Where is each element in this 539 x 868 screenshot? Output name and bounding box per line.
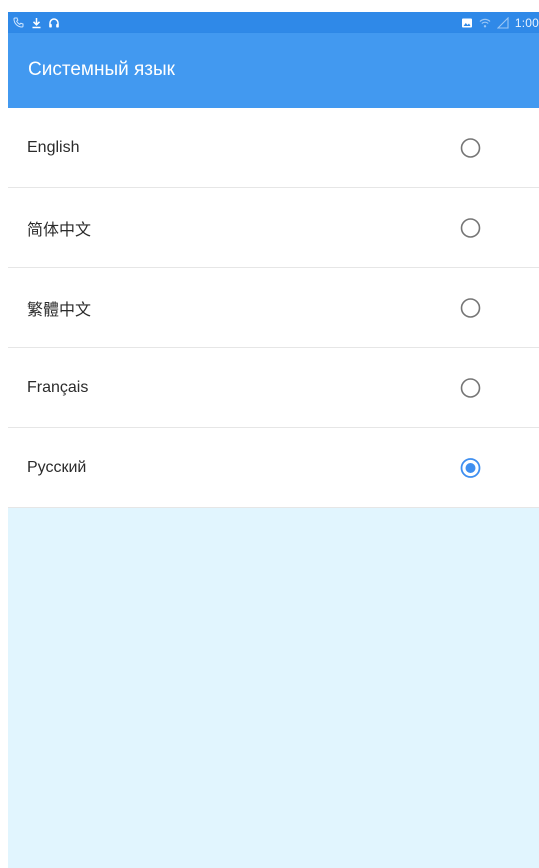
radio-unchecked-icon[interactable] — [460, 377, 481, 398]
headset-icon — [48, 17, 60, 29]
page-title: Системный язык — [28, 58, 175, 80]
language-item-russian[interactable]: Русский — [8, 428, 539, 508]
radio-checked-icon[interactable] — [460, 457, 481, 478]
app-bar: Системный язык — [8, 33, 539, 108]
status-time: 1:00 — [514, 15, 539, 30]
language-item-traditional-chinese[interactable]: 繁體中文 — [8, 268, 539, 348]
language-list: English 简体中文 繁體中文 Français Русский — [8, 108, 539, 508]
language-label: English — [27, 138, 80, 156]
language-label: Русский — [27, 458, 87, 476]
signal-icon — [496, 16, 509, 29]
language-item-simplified-chinese[interactable]: 简体中文 — [8, 188, 539, 268]
empty-area — [8, 508, 539, 868]
language-item-french[interactable]: Français — [8, 348, 539, 428]
wifi-icon — [479, 17, 491, 29]
language-label: Français — [27, 378, 89, 396]
status-right-icons: 1:00 — [461, 16, 539, 30]
download-icon — [30, 17, 42, 29]
language-item-english[interactable]: English — [8, 108, 539, 188]
radio-unchecked-icon[interactable] — [460, 137, 481, 158]
gallery-icon — [461, 17, 473, 29]
language-label: 繁體中文 — [27, 301, 92, 319]
status-bar: 1:00 — [8, 12, 539, 33]
radio-unchecked-icon[interactable] — [460, 297, 481, 318]
status-left-icons — [8, 17, 60, 29]
language-label: 简体中文 — [27, 221, 92, 239]
screen: 1:00 Системный язык English 简体中文 繁體中文 Fr… — [8, 12, 539, 868]
call-forwarding-icon — [12, 17, 24, 29]
radio-unchecked-icon[interactable] — [460, 217, 481, 238]
